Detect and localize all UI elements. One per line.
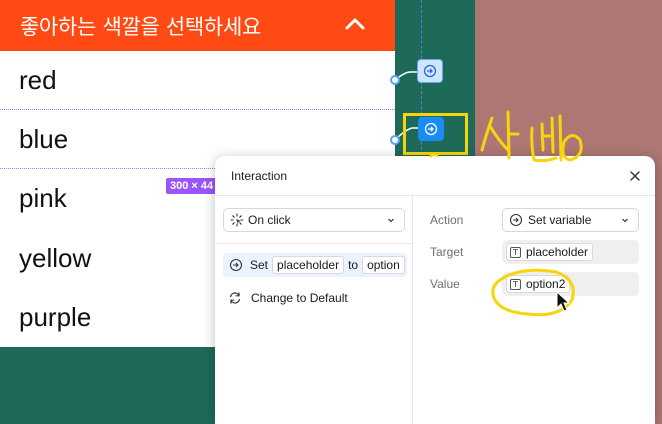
connector-handle[interactable] xyxy=(390,75,400,85)
dropdown-header[interactable]: 좋아하는 색깔을 선택하세요 xyxy=(0,0,395,51)
option-label: red xyxy=(19,64,57,95)
action-label: Action xyxy=(430,213,464,227)
interaction-node[interactable] xyxy=(417,59,443,83)
dimension-badge: 300 × 44 xyxy=(166,178,218,194)
panel-left-column: On click Set placeholder to option Chang… xyxy=(215,196,413,424)
option-red[interactable]: red xyxy=(0,51,395,111)
change-to-default-label: Change to Default xyxy=(251,291,348,305)
target-value: placeholder xyxy=(526,245,589,259)
target-label: Target xyxy=(430,245,464,259)
text-variable-icon: T xyxy=(510,278,521,290)
option-label: yellow xyxy=(19,242,92,273)
value-value: option2 xyxy=(526,277,566,291)
trigger-label: On click xyxy=(248,213,291,227)
action-select[interactable]: Set variable xyxy=(502,208,639,232)
target-field[interactable]: T placeholder xyxy=(502,240,639,264)
option-label: pink xyxy=(19,183,67,214)
value-field[interactable]: T option2 xyxy=(502,272,639,296)
set-variable-icon xyxy=(509,213,523,227)
value-label: Value xyxy=(430,277,460,291)
reset-icon xyxy=(229,292,241,304)
value-tag: T option2 xyxy=(506,275,571,293)
annotation-highlight-box xyxy=(403,113,468,155)
chevron-up-icon[interactable] xyxy=(343,15,367,33)
set-variable-icon xyxy=(229,258,243,272)
panel-header: Interaction xyxy=(215,156,655,196)
text-variable-icon: T xyxy=(510,246,521,258)
action-value-pill: option xyxy=(362,256,405,274)
option-label: blue xyxy=(19,123,69,154)
canvas-background-bottom xyxy=(0,347,215,424)
panel-right-column: Action Set variable Target T placeholder… xyxy=(414,196,655,424)
connector-handle[interactable] xyxy=(390,135,400,145)
action-connector: to xyxy=(348,258,359,272)
divider xyxy=(215,243,413,244)
click-burst-icon xyxy=(230,213,244,227)
option-label: purple xyxy=(19,301,92,332)
chevron-down-icon xyxy=(622,218,628,223)
chevron-down-icon xyxy=(388,218,394,223)
panel-title: Interaction xyxy=(231,168,288,183)
change-to-default-item[interactable]: Change to Default xyxy=(223,288,348,308)
action-select-value: Set variable xyxy=(528,213,592,227)
dropdown-header-text: 좋아하는 색깔을 선택하세요 xyxy=(20,14,261,39)
trigger-select[interactable]: On click xyxy=(223,208,405,232)
action-variable-pill: placeholder xyxy=(272,256,345,274)
target-tag: T placeholder xyxy=(506,243,594,261)
interaction-panel: Interaction On click Set placeholder to … xyxy=(215,156,655,424)
close-icon[interactable] xyxy=(629,170,641,182)
action-item[interactable]: Set placeholder to option xyxy=(223,253,407,277)
login-icon xyxy=(423,64,437,78)
action-verb: Set xyxy=(250,258,269,272)
